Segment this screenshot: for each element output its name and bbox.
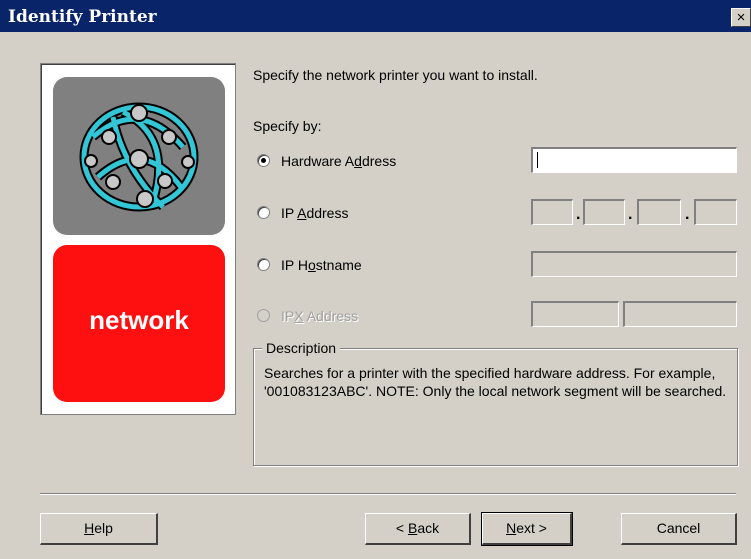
back-button[interactable]: < Back — [365, 513, 471, 545]
ipx-node-input — [623, 301, 737, 327]
ip-octet-2[interactable] — [583, 199, 625, 225]
ip-octet-3[interactable] — [637, 199, 681, 225]
next-button[interactable]: Next > — [481, 512, 573, 546]
logo-panel: network — [40, 63, 236, 415]
description-label: Description — [262, 340, 341, 356]
ip-address-label[interactable]: IP Address — [281, 205, 348, 221]
instructions-text: Specify the network printer you want to … — [253, 67, 538, 83]
cancel-button[interactable]: Cancel — [621, 513, 737, 545]
ip-octet-1[interactable] — [531, 199, 573, 225]
window-title: Identify Printer — [8, 7, 157, 27]
specify-by-label: Specify by: — [253, 118, 322, 134]
ipx-address-radio — [257, 309, 270, 322]
ipx-network-input — [531, 301, 619, 327]
network-logo-block: network — [53, 245, 225, 402]
ip-dot-separator: . — [576, 206, 581, 223]
ip-dot-separator: . — [685, 206, 690, 223]
ip-hostname-input[interactable] — [531, 251, 737, 277]
help-button[interactable]: Help — [40, 513, 158, 545]
ip-dot-separator: . — [628, 206, 633, 223]
text-caret — [537, 152, 538, 168]
hardware-address-radio[interactable] — [257, 154, 270, 167]
radio-selected-dot — [261, 158, 266, 163]
network-logo-text: network — [89, 305, 189, 335]
ipx-address-label: IPX Address — [281, 308, 359, 324]
ip-octet-4[interactable] — [694, 199, 737, 225]
description-text: Searches for a printer with the specifie… — [264, 365, 727, 399]
network-globe-icon — [53, 77, 225, 235]
ip-hostname-label[interactable]: IP Hostname — [281, 257, 362, 273]
ip-address-radio[interactable] — [257, 206, 270, 219]
hardware-address-input[interactable] — [531, 147, 737, 173]
ip-hostname-radio[interactable] — [257, 258, 270, 271]
close-icon: × — [736, 9, 746, 26]
close-button[interactable]: × — [731, 8, 751, 27]
button-separator — [40, 493, 736, 495]
hardware-address-label[interactable]: Hardware Address — [281, 153, 396, 169]
title-bar: Identify Printer × — [0, 0, 751, 32]
